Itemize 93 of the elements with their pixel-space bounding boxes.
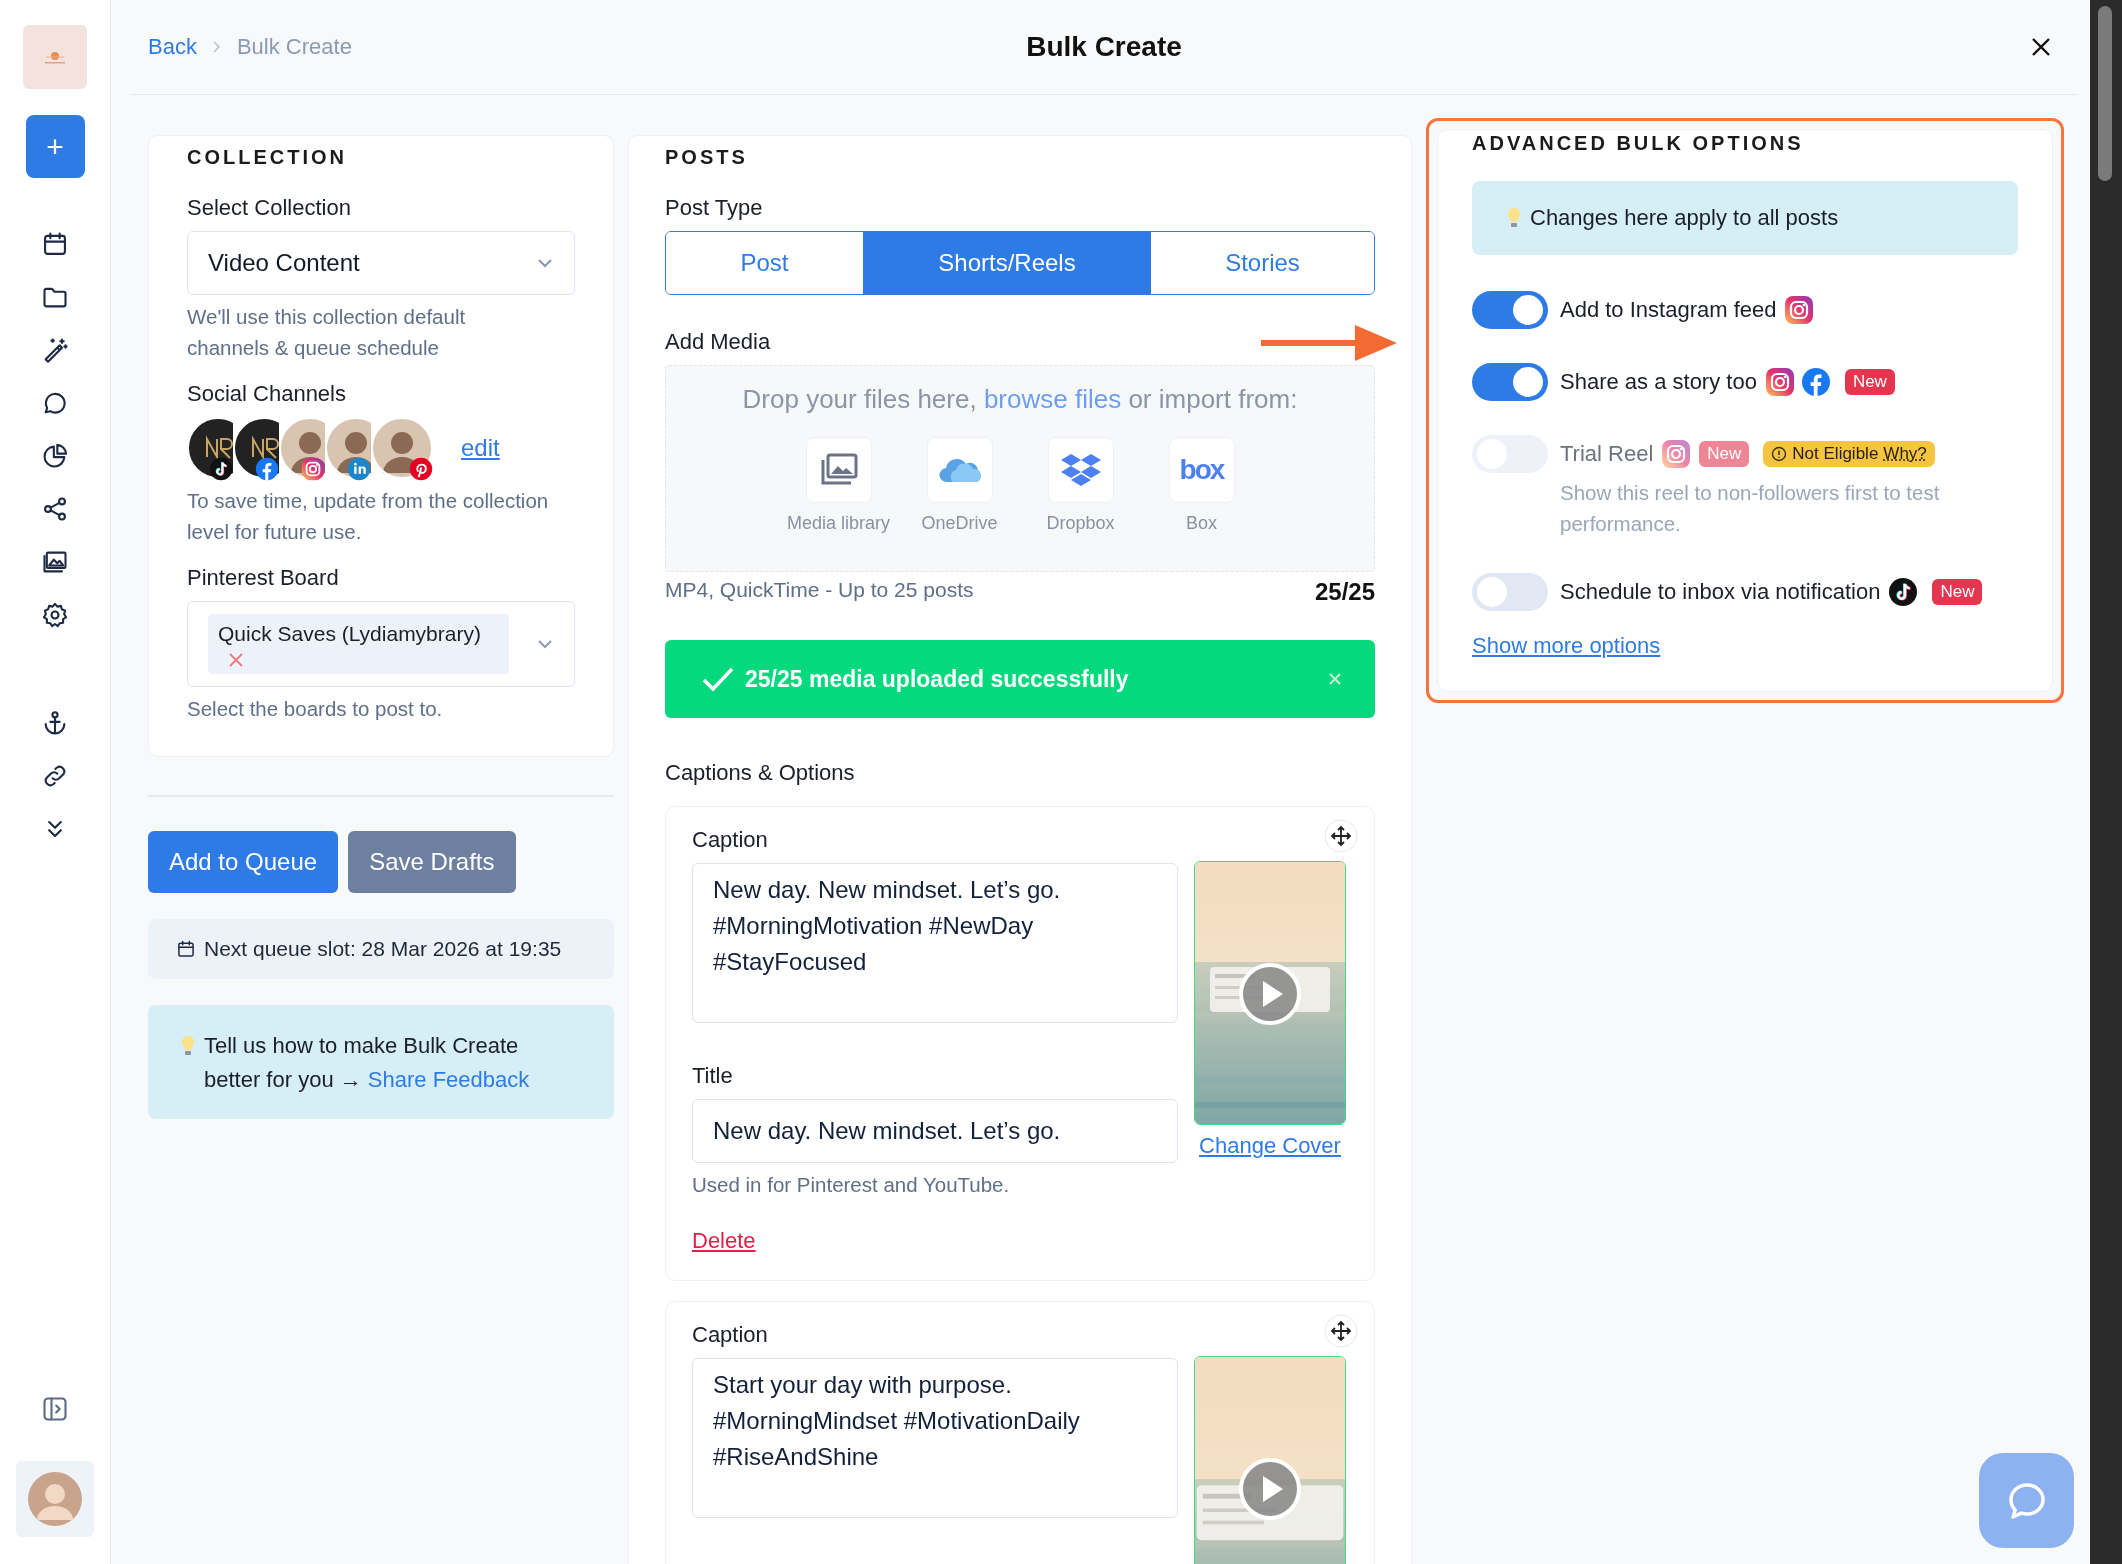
create-button[interactable]: + [25, 115, 85, 178]
toggle-switch[interactable] [1472, 573, 1548, 611]
facebook-icon [1800, 367, 1831, 397]
field-label: Pinterest Board [187, 565, 340, 591]
tiktok-icon [209, 457, 233, 481]
option-help-text: Show this reel to non-followers first to test performance. [1560, 480, 1941, 537]
edit-link[interactable]: edit [461, 434, 500, 462]
field-label: Post Type [665, 195, 764, 221]
cloud-icon [938, 456, 981, 484]
field-label: Select Collection [187, 195, 352, 221]
instagram-icon [1764, 367, 1795, 397]
option-label: Schedule to inbox via notification [1560, 579, 1881, 605]
move-icon[interactable] [1324, 819, 1358, 853]
option-label: Trial Reel [1560, 441, 1654, 467]
new-badge: New [1844, 369, 1895, 395]
scrollbar[interactable] [2090, 0, 2122, 1564]
source-label: Box [1186, 513, 1217, 534]
feedback-text: Tell us how to make Bulk Create better for you → Share Feedback [204, 1032, 531, 1094]
tiktok-icon [1888, 577, 1919, 607]
field-label: Caption [692, 1322, 769, 1348]
post-type-tab[interactable]: Shorts/Reels [863, 232, 1150, 294]
caption-field[interactable]: New day. New mindset. Let’s go. #MorningMotivation #NewDay #StayFocused [692, 863, 1178, 1023]
queue-slot-text: Next queue slot: 28 Mar 2026 at 19:35 [204, 937, 562, 961]
info-icon [1771, 446, 1788, 462]
media-library-button[interactable] [805, 437, 872, 503]
help-text: Select the boards to post to. [187, 696, 444, 722]
share-feedback-link[interactable]: Share Feedback [367, 1067, 530, 1092]
drop-zone-text: Drop your files here, browse files or import from: [742, 384, 1298, 415]
caret-down-icon [536, 257, 554, 269]
section-heading: ADVANCED BULK OPTIONS [1472, 132, 1805, 155]
instagram-icon [1661, 439, 1692, 469]
onedrive-button[interactable] [926, 437, 993, 503]
caret-down-icon [536, 638, 554, 650]
board-select[interactable]: Quick Saves (Lydiamybrary) [187, 601, 575, 687]
breadcrumb-current: Bulk Create [236, 34, 352, 60]
chevron-right-icon [210, 40, 223, 54]
page-title: Bulk Create [1026, 31, 1182, 63]
field-label: Social Channels [187, 381, 347, 407]
save-drafts-button[interactable]: Save Drafts [348, 831, 516, 893]
help-text: To save time, update from the collection level for future use. [187, 488, 550, 545]
sidebar-toggle-icon[interactable] [41, 1395, 69, 1423]
upload-count: 25/25 [1314, 578, 1375, 606]
collection-select[interactable]: Video Content [187, 231, 575, 295]
pinterest-icon [409, 457, 433, 481]
title-field[interactable]: New day. New mindset. Let’s go. [692, 1099, 1178, 1163]
delete-link[interactable]: Delete [692, 1228, 756, 1254]
calendar-icon [176, 939, 196, 959]
play-icon[interactable] [1238, 962, 1302, 1026]
new-badge: New [1699, 441, 1750, 467]
show-more-link[interactable]: Show more options [1472, 633, 1661, 659]
help-text: We'll use this collection default channels & queue schedule [187, 304, 467, 361]
field-label: Captions & Options [665, 760, 856, 786]
settings-icon[interactable] [41, 601, 69, 629]
close-icon[interactable] [2030, 36, 2052, 58]
light-bulb-icon [1506, 207, 1522, 229]
add-to-queue-button[interactable]: Add to Queue [148, 831, 339, 893]
field-label: Caption [692, 827, 769, 853]
box-button[interactable]: box [1168, 437, 1235, 503]
drop-zone[interactable]: Drop your files here, browse files or import from: Media library OneDrive Dropbox box Box [665, 365, 1375, 572]
caption-field[interactable]: Start your day with purpose. #MorningMindset #MotivationDaily #RiseAndShine [692, 1358, 1178, 1518]
play-icon[interactable] [1238, 1457, 1302, 1521]
eligibility-text: Not Eligible [1792, 444, 1879, 464]
option-label: Share as a story too [1560, 369, 1757, 395]
linkedin-icon [347, 457, 371, 481]
pie-chart-icon[interactable] [41, 442, 69, 470]
field-label: Title [692, 1063, 734, 1089]
section-heading: POSTS [665, 146, 749, 169]
calendar-icon[interactable] [41, 230, 69, 258]
tag-label: Quick Saves (Lydiamybrary) [218, 622, 481, 646]
field-label: Add Media [665, 329, 771, 355]
source-label: Media library [787, 513, 891, 534]
instagram-icon [1784, 295, 1815, 325]
new-badge: New [1932, 579, 1983, 605]
post-type-tab[interactable]: Stories [1150, 232, 1374, 294]
source-label: OneDrive [921, 513, 998, 534]
notice-text: Changes here apply to all posts [1530, 205, 1839, 231]
dropbox-button[interactable] [1047, 437, 1114, 503]
move-icon[interactable] [1324, 1314, 1358, 1348]
option-label: Add to Instagram feed [1560, 297, 1777, 323]
change-cover-link[interactable]: Change Cover [1199, 1133, 1341, 1159]
back-link[interactable]: Back [148, 34, 197, 60]
toggle-switch[interactable] [1472, 363, 1548, 401]
help-text: Used in for Pinterest and YouTube. [692, 1172, 1011, 1198]
source-label: Dropbox [1046, 513, 1115, 534]
share-icon[interactable] [41, 495, 69, 523]
format-hint: MP4, QuickTime - Up to 25 posts [665, 578, 974, 603]
dropbox-icon [1060, 452, 1101, 488]
banner-text: 25/25 media uploaded successfully [745, 665, 1129, 693]
section-heading: COLLECTION [187, 146, 348, 169]
toggle-switch[interactable] [1472, 291, 1548, 329]
facebook-icon [255, 457, 279, 481]
checkmark-icon [701, 665, 735, 693]
light-bulb-icon [180, 1035, 196, 1057]
